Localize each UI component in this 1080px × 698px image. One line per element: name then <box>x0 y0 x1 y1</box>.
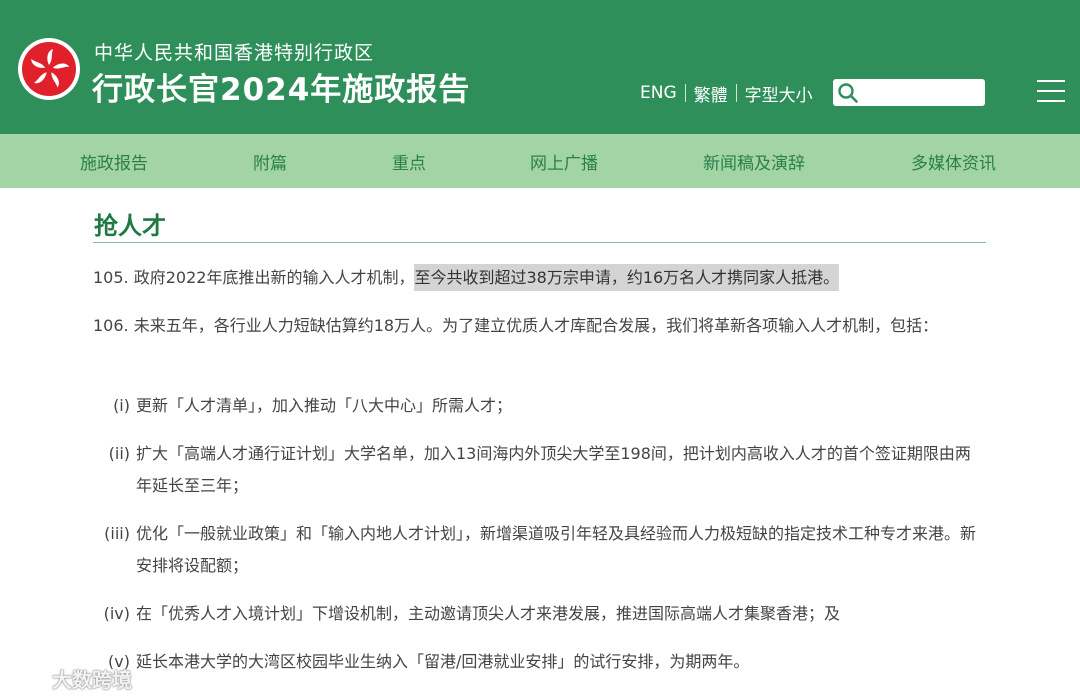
nav-item-press-releases[interactable]: 新闻稿及演辞 <box>703 149 805 174</box>
list-item-text: 延长本港大学的大湾区校园毕业生纳入「留港/回港就业安排」的试行安排，为期两年。 <box>136 652 750 671</box>
list-item-text: 优化「一般就业政策」和「输入内地人才计划」，新增渠道吸引年轻及具经验而人力极短缺… <box>136 524 977 575</box>
list-item-text: 扩大「高端人才通行证计划」大学名单，加入13间海内外顶尖大学至198间，把计划内… <box>136 444 971 495</box>
list-item-number: (i) <box>113 396 130 415</box>
paragraph-text: 政府2022年底推出新的输入人才机制， <box>133 268 415 287</box>
main-nav: 施政报告 附篇 重点 网上广播 新闻稿及演辞 多媒体资讯 <box>0 134 1080 188</box>
section-title: 抢人才 <box>94 212 166 240</box>
site-header: 中华人民共和国香港特别行政区 行政长官2024年施政报告 ENG 繁體 字型大小 <box>0 0 1080 134</box>
nav-item-supplement[interactable]: 附篇 <box>253 149 287 174</box>
list-item-number: (ii) <box>108 444 130 463</box>
english-link[interactable]: ENG <box>640 83 677 103</box>
watermark: 大数跨境 <box>8 664 132 693</box>
font-size-link[interactable]: 字型大小 <box>745 81 813 106</box>
traditional-chinese-link[interactable]: 繁體 <box>694 81 728 106</box>
paragraph-number: 105. <box>93 268 129 287</box>
list-item-text: 在「优秀人才入境计划」下增设机制，主动邀请顶尖人才来港发展，推进国际高端人才集聚… <box>136 604 841 623</box>
nav-item-highlights[interactable]: 重点 <box>392 149 426 174</box>
watermark-text: 大数跨境 <box>52 668 132 692</box>
search-input[interactable] <box>861 81 981 104</box>
highlighted-text[interactable]: 至今共收到超过38万宗申请，约16万名人才携同家人抵港。 <box>414 264 840 291</box>
divider <box>684 84 686 102</box>
nav-item-multimedia[interactable]: 多媒体资讯 <box>911 149 996 174</box>
nav-item-policy-address[interactable]: 施政报告 <box>80 149 148 174</box>
list-item-number: (iv) <box>103 604 130 623</box>
search-box[interactable] <box>833 79 985 106</box>
search-icon[interactable] <box>837 82 859 104</box>
paragraph-106: 106. 未来五年，各行业人力短缺估算约18万人。为了建立优质人才库配合发展，我… <box>93 310 983 342</box>
list-item-number: (iii) <box>104 524 130 543</box>
language-links: ENG 繁體 字型大小 <box>640 80 813 106</box>
watermark-logo-icon <box>9 669 45 688</box>
nav-item-webcast[interactable]: 网上广播 <box>530 149 598 174</box>
paragraph-105: 105. 政府2022年底推出新的输入人才机制，至今共收到超过38万宗申请，约1… <box>93 262 983 294</box>
hamburger-menu-icon[interactable] <box>1037 80 1065 104</box>
paragraph-text: 未来五年，各行业人力短缺估算约18万人。为了建立优质人才库配合发展，我们将革新各… <box>133 316 939 335</box>
page-title[interactable]: 行政长官2024年施政报告 <box>92 64 470 109</box>
list-item-text: 更新「人才清单」，加入推动「八大中心」所需人才； <box>136 396 513 415</box>
section-divider <box>93 242 986 243</box>
paragraph-number: 106. <box>93 316 129 335</box>
header-subtitle: 中华人民共和国香港特别行政区 <box>94 42 375 64</box>
divider <box>735 84 737 102</box>
hksar-emblem-icon[interactable] <box>18 38 80 100</box>
